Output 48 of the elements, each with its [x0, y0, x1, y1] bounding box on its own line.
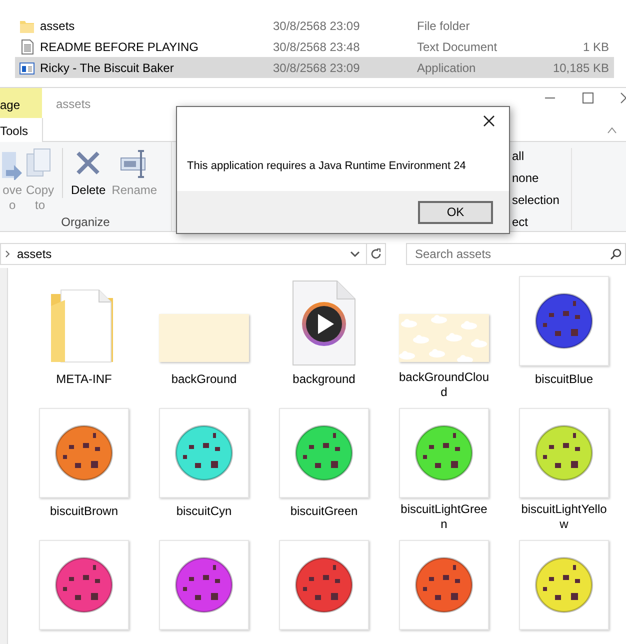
address-text: assets	[17, 246, 52, 263]
file-name: assets	[40, 18, 75, 34]
search-field[interactable]: Search assets	[406, 243, 626, 265]
file-name[interactable]: backGroundCloud	[398, 370, 490, 400]
file-name[interactable]: META-INF	[38, 372, 130, 387]
file-row[interactable]: README BEFORE PLAYING 30/8/2568 23:48 Text Document 1 KB	[15, 36, 614, 57]
file-date: 30/8/2568 23:09	[273, 60, 361, 76]
app-icon	[19, 60, 35, 76]
file-date: 30/8/2568 23:09	[273, 18, 361, 34]
text-icon	[19, 38, 35, 54]
refresh-icon	[370, 248, 382, 260]
dropdown-icon	[350, 250, 360, 258]
address-bar[interactable]: assets	[0, 243, 386, 265]
file-name[interactable]: biscuitBrown	[38, 504, 130, 519]
ribbon-item[interactable]: ect	[512, 214, 560, 230]
dialog-message: This application requires a Java Runtime Environment 24	[187, 159, 466, 174]
file-type: Text Document	[417, 38, 498, 56]
file-name[interactable]: background	[278, 372, 370, 387]
file-type: File folder	[417, 18, 471, 34]
file-name: README BEFORE PLAYING	[40, 38, 198, 56]
file-date: 30/8/2568 23:48	[273, 38, 361, 56]
context-tab[interactable]: age	[0, 88, 42, 118]
scrollbar[interactable]	[0, 268, 8, 644]
ribbon-item[interactable]: none	[512, 170, 560, 186]
ribbon-button[interactable]: Delete	[62, 148, 109, 198]
maximize-icon	[582, 92, 594, 104]
file-size: 10,185 KB	[552, 60, 609, 74]
file-size: 1 KB	[582, 40, 609, 54]
file-type: Application	[417, 60, 477, 76]
chevron-icon	[5, 250, 11, 258]
ribbon-item[interactable]: all	[512, 148, 560, 164]
window-title: assets	[56, 96, 91, 113]
file-name[interactable]: biscuitCyn	[158, 504, 250, 519]
file-name[interactable]: biscuitLightGreen	[398, 502, 490, 532]
group-label: Organize	[61, 214, 110, 231]
media-file-icon	[292, 280, 356, 366]
file-name[interactable]: backGround	[158, 372, 250, 387]
file-name[interactable]: biscuitBlue	[518, 372, 610, 387]
file-row[interactable]: Ricky - The Biscuit Baker 30/8/2568 23:09 Application 10,185 KB	[15, 57, 614, 78]
file-row[interactable]: assets 30/8/2568 23:09 File folder	[15, 15, 614, 36]
file-name[interactable]: biscuitGreen	[278, 504, 370, 519]
search-icon	[610, 248, 622, 260]
file-name: Ricky - The Biscuit Baker	[40, 60, 174, 76]
collapse-icon	[607, 126, 617, 134]
ok-button[interactable]: OK	[418, 200, 493, 224]
ribbon-tab[interactable]: Tools	[0, 118, 44, 142]
file-name[interactable]: biscuitLightYellow	[518, 502, 610, 532]
ribbon-item[interactable]: selection	[512, 192, 560, 208]
